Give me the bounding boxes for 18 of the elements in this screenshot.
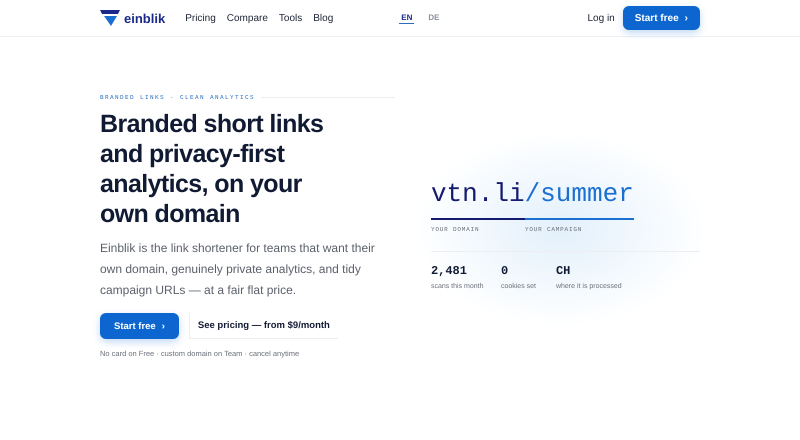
stat-value: 2,481 [430,264,468,278]
nav-link[interactable]: Compare [226,12,268,24]
nav-link[interactable]: Pricing [185,12,216,24]
pricing-link[interactable]: See pricing — from $9/month [188,313,338,339]
nav-link[interactable]: Blog [313,12,334,24]
hero-title: Branded short links and privacy-first analytics, on your own domain [100,109,324,229]
start-free-button[interactable]: Start free › [622,6,700,30]
stat-value: 0 [500,264,510,278]
start-free-button[interactable]: Start free › [100,313,179,339]
stat-value: CH [556,264,572,278]
hero-description: Einblik is the link shortener for teams that want their own domain, genuinely private analytics, and tidy campaign URLs — at a fair flat price. [100,240,376,299]
brand-name: einblik [124,10,166,26]
domain-text: vtn.li [430,179,525,220]
login-link[interactable]: Log in [588,12,615,24]
nav-link[interactable]: Tools [278,12,302,24]
logo-icon [100,10,120,26]
campaign-text: /summer [524,179,634,220]
language-tab[interactable]: EN [399,12,414,24]
